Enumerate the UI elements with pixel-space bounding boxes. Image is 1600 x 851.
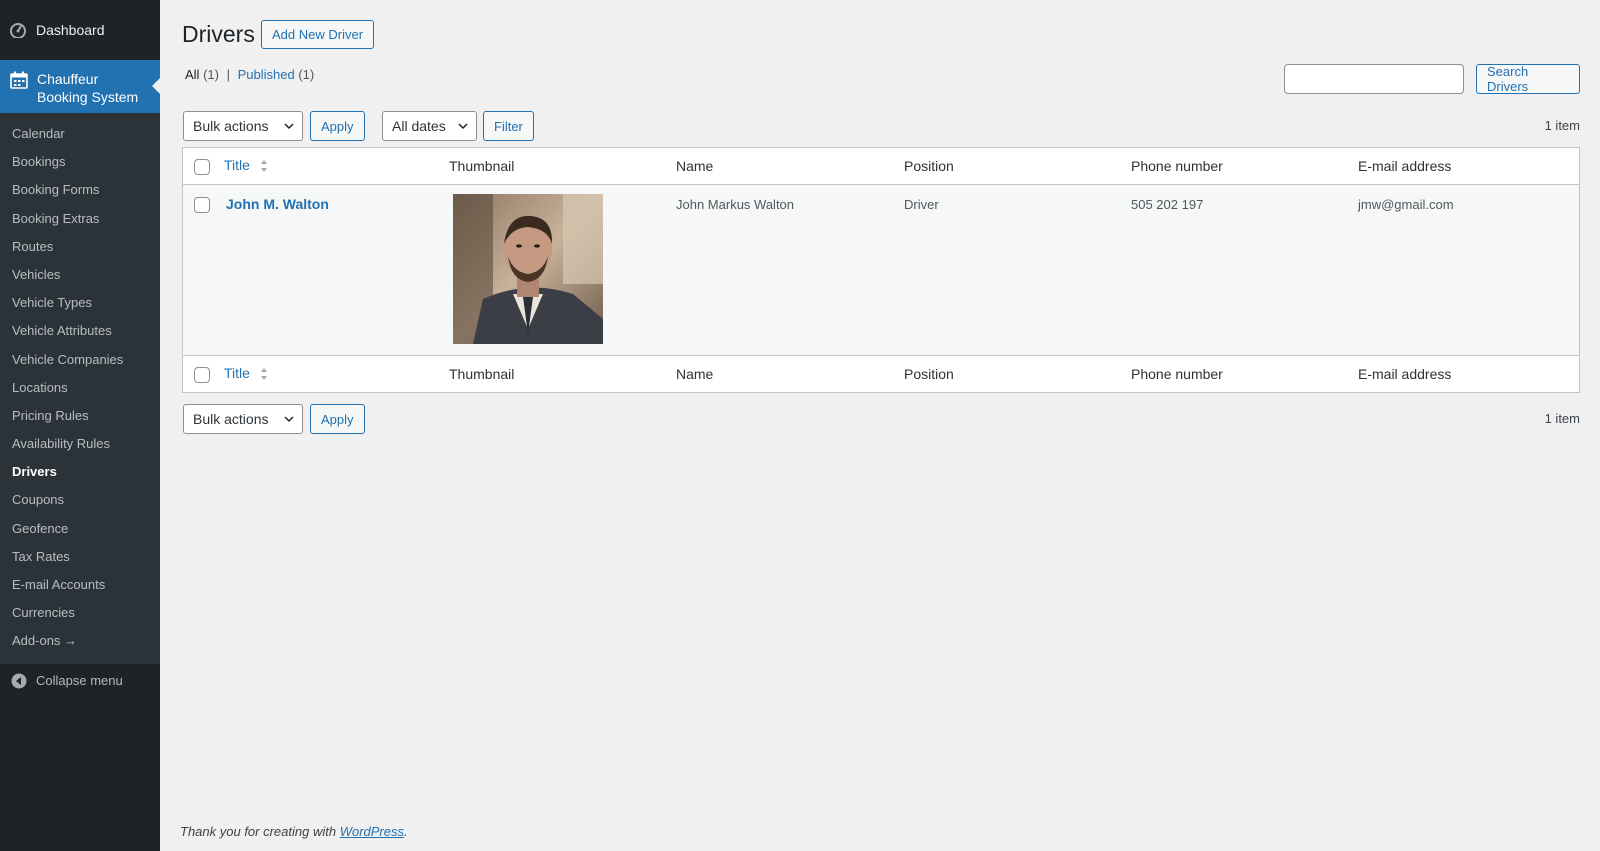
wordpress-link[interactable]: WordPress [340, 824, 404, 839]
sidebar-item-availability-rules[interactable]: Availability Rules [0, 430, 160, 458]
dates-filter-select[interactable]: All dates [382, 111, 477, 141]
add-new-driver-button[interactable]: Add New Driver [261, 20, 375, 49]
menu-item-dashboard-label: Dashboard [36, 22, 105, 38]
collapse-menu-button[interactable]: Collapse menu [0, 664, 160, 698]
item-count-top: 1 item [1544, 118, 1580, 133]
chevron-down-icon [284, 416, 294, 423]
select-all-checkbox-bottom[interactable] [194, 367, 210, 383]
sidebar-item-coupons[interactable]: Coupons [0, 486, 160, 514]
column-header-position: Position [904, 158, 954, 174]
collapse-arrow-icon [11, 673, 27, 689]
sidebar-item-locations[interactable]: Locations [0, 374, 160, 402]
item-count-bottom: 1 item [1544, 411, 1580, 426]
column-footer-position: Position [904, 366, 954, 382]
sidebar-item-e-mail-accounts[interactable]: E-mail Accounts [0, 571, 160, 599]
sidebar-item-pricing-rules[interactable]: Pricing Rules [0, 402, 160, 430]
chevron-down-icon [458, 123, 468, 130]
menu-item-dashboard[interactable]: Dashboard [0, 0, 160, 60]
search-drivers-button[interactable]: Search Drivers [1476, 64, 1580, 94]
column-title-label: Title [224, 365, 250, 381]
column-header-title[interactable]: Title [224, 157, 268, 173]
driver-position: Driver [904, 197, 939, 212]
apply-button-top[interactable]: Apply [310, 111, 365, 141]
bulk-actions-value: Bulk actions [193, 118, 269, 134]
dates-filter-value: All dates [392, 118, 446, 134]
footer-text: Thank you for creating with [180, 824, 337, 839]
view-all-link[interactable]: All [185, 67, 199, 82]
driver-email: jmw@gmail.com [1358, 197, 1454, 212]
sidebar-item-booking-extras[interactable]: Booking Extras [0, 205, 160, 233]
view-published-count: (1) [298, 67, 315, 82]
column-header-email: E-mail address [1358, 158, 1452, 174]
apply-button-bottom[interactable]: Apply [310, 404, 365, 434]
driver-title-link[interactable]: John M. Walton [226, 196, 329, 212]
view-filters: All (1) | Published (1) [185, 67, 314, 82]
column-footer-thumbnail: Thumbnail [449, 366, 515, 382]
page-title: Drivers [182, 21, 255, 47]
sidebar-item-bookings[interactable]: Bookings [0, 148, 160, 176]
bulk-actions-select-top[interactable]: Bulk actions [183, 111, 303, 141]
driver-name: John Markus Walton [676, 197, 795, 212]
column-header-thumbnail: Thumbnail [449, 158, 515, 174]
menu-label-line2: Booking System [37, 89, 139, 105]
sidebar-item-vehicles[interactable]: Vehicles [0, 261, 160, 289]
sidebar-item-booking-forms[interactable]: Booking Forms [0, 176, 160, 204]
sort-icon [260, 160, 267, 173]
admin-footer: Thank you for creating with WordPress. [180, 824, 408, 839]
column-header-phone: Phone number [1131, 158, 1223, 174]
sidebar-item-currencies[interactable]: Currencies [0, 599, 160, 627]
view-separator: | [226, 67, 230, 82]
bulk-actions-select-bottom[interactable]: Bulk actions [183, 404, 303, 434]
column-footer-email: E-mail address [1358, 366, 1452, 382]
calendar-icon [10, 71, 28, 89]
bulk-actions-value: Bulk actions [193, 411, 269, 427]
driver-thumbnail[interactable] [453, 194, 603, 344]
sidebar-item-calendar[interactable]: Calendar [0, 120, 160, 148]
driver-photo-image [453, 194, 603, 344]
table-row: John M. Walton John Markus Walton Driver… [183, 185, 1579, 355]
column-title-label: Title [224, 157, 250, 173]
sidebar-item-vehicle-attributes[interactable]: Vehicle Attributes [0, 317, 160, 345]
sidebar-item-routes[interactable]: Routes [0, 233, 160, 261]
drivers-table: Title Thumbnail Name Position Phone numb… [182, 147, 1580, 393]
sidebar-item-tax-rates[interactable]: Tax Rates [0, 543, 160, 571]
column-footer-phone: Phone number [1131, 366, 1223, 382]
select-all-checkbox[interactable] [194, 159, 210, 175]
sort-icon [260, 368, 267, 381]
submenu: Calendar Bookings Booking Forms Booking Ext… [0, 113, 160, 664]
sidebar-item-geofence[interactable]: Geofence [0, 515, 160, 543]
filter-button[interactable]: Filter [483, 111, 534, 141]
search-input[interactable] [1284, 64, 1464, 94]
row-checkbox[interactable] [194, 197, 210, 213]
view-published-link[interactable]: Published [238, 67, 295, 82]
sidebar-item-vehicle-companies[interactable]: Vehicle Companies [0, 346, 160, 374]
driver-phone: 505 202 197 [1131, 197, 1204, 212]
view-all-count: (1) [203, 67, 219, 82]
sidebar-item-vehicle-types[interactable]: Vehicle Types [0, 289, 160, 317]
menu-label-line1: Chauffeur [37, 71, 99, 87]
sidebar-item-drivers[interactable]: Drivers [0, 458, 160, 486]
footer-end: . [404, 824, 408, 839]
menu-item-chauffeur-booking-system[interactable]: Chauffeur Booking System [0, 60, 160, 113]
column-header-name: Name [676, 158, 714, 174]
column-footer-title[interactable]: Title [224, 365, 268, 381]
sidebar-item-add-ons[interactable]: Add-ons → [0, 627, 160, 655]
admin-sidebar: Dashboard Chauffeur Booking System Calen… [0, 0, 160, 851]
table-footer: Title Thumbnail Name Position Phone numb… [183, 355, 1579, 392]
chevron-down-icon [284, 123, 294, 130]
menu-item-cbs-label: Chauffeur Booking System [37, 70, 138, 106]
table-header: Title Thumbnail Name Position Phone numb… [183, 148, 1579, 185]
column-footer-name: Name [676, 366, 714, 382]
dashboard-gauge-icon [10, 22, 26, 38]
collapse-menu-label: Collapse menu [36, 673, 123, 689]
